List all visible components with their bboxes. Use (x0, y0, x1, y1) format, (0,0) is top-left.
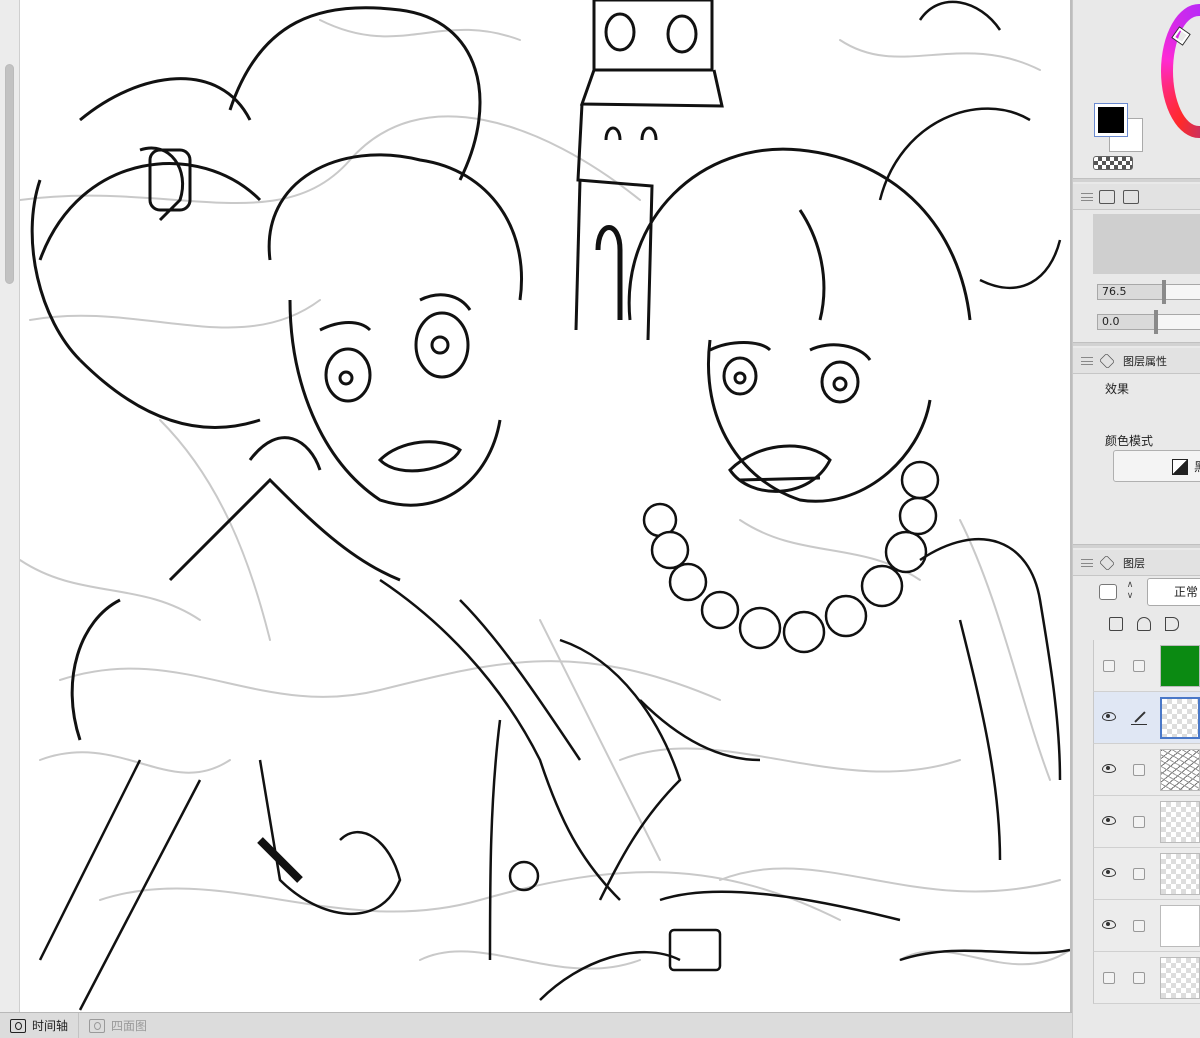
layer-panel-title[interactable]: 图层 (1123, 555, 1145, 571)
visibility-toggle[interactable] (1103, 660, 1115, 672)
menu-icon[interactable] (1081, 193, 1093, 201)
right-side-panel: 76.5 0.0 图层属性 效果 颜色模式 黑 图层 ∧ ∨ (1072, 0, 1200, 1038)
menu-icon[interactable] (1081, 559, 1093, 567)
zoom-slider[interactable]: 76.5 (1097, 280, 1200, 304)
edit-lock-toggle[interactable] (1133, 972, 1145, 984)
layer-thumbnail (1160, 749, 1200, 791)
lighthouse-icon[interactable] (1137, 617, 1151, 631)
navigator-preview[interactable] (1093, 214, 1200, 274)
tab-four-view-label: 四面图 (111, 1019, 148, 1033)
panel-divider[interactable] (1073, 544, 1200, 548)
layer-row-selected[interactable] (1093, 692, 1200, 744)
tab-timeline-label: 时间轴 (32, 1019, 69, 1033)
layer-panel-header: 图层 (1073, 550, 1200, 576)
color-wheel[interactable] (1161, 4, 1200, 138)
layer-list (1093, 640, 1200, 1004)
slider-knob[interactable] (1162, 280, 1166, 304)
protect-alpha-checkbox[interactable] (1099, 584, 1117, 600)
sub-view-icon[interactable] (1123, 189, 1139, 204)
menu-icon[interactable] (1081, 357, 1093, 365)
effect-label: 效果 (1105, 382, 1130, 396)
tab-timeline[interactable]: 时间轴 (0, 1012, 80, 1038)
reference-layer-icon[interactable] (1109, 617, 1123, 631)
stepper-down-icon[interactable]: ∨ (1123, 591, 1137, 602)
bottom-tab-bar: 时间轴 四面图 (0, 1012, 1072, 1038)
edit-lock-toggle[interactable] (1133, 868, 1145, 880)
navigator-panel-header (1073, 184, 1200, 210)
visibility-toggle[interactable] (1103, 972, 1115, 984)
stepper-up-icon[interactable]: ∧ (1123, 580, 1137, 591)
layers-icon (1099, 554, 1115, 571)
color-mode-value: 黑 (1194, 458, 1200, 475)
color-mode-button[interactable]: 黑 (1113, 450, 1200, 482)
timeline-icon (10, 1018, 26, 1033)
rotate-value: 0.0 (1102, 315, 1120, 328)
color-mode-label: 颜色模式 (1105, 434, 1154, 448)
tab-four-view[interactable]: 四面图 (79, 1013, 157, 1038)
layer-thumbnail (1160, 697, 1200, 739)
navigator-icon[interactable] (1099, 189, 1115, 204)
panel-divider[interactable] (1073, 342, 1200, 346)
eye-icon[interactable] (1102, 816, 1116, 825)
layer-property-panel-header: 图层属性 (1073, 348, 1200, 374)
eye-icon[interactable] (1102, 868, 1116, 877)
edit-lock-toggle[interactable] (1133, 816, 1145, 828)
clip-layer-icon[interactable] (1165, 617, 1179, 631)
layer-thumbnail (1160, 801, 1200, 843)
layers-icon (1099, 352, 1115, 369)
left-character-face (70, 153, 523, 741)
rotate-slider[interactable]: 0.0 (1097, 310, 1200, 334)
paint-app-window: 时间轴 四面图 76.5 0.0 图层属性 效果 颜色模式 图层 ∧ ∨ 正常 (0, 0, 1200, 1038)
layer-row[interactable] (1093, 952, 1200, 1004)
left-character-hat (30, 6, 482, 429)
edit-lock-toggle[interactable] (1133, 920, 1145, 932)
eye-icon[interactable] (1102, 764, 1116, 773)
foreground-color-swatch[interactable] (1095, 104, 1127, 136)
layer-row[interactable] (1093, 796, 1200, 848)
layer-thumbnail (1160, 853, 1200, 895)
blend-mode-stepper[interactable]: ∧ ∨ (1123, 580, 1137, 604)
vertical-scrollbar[interactable] (0, 0, 20, 1012)
layer-row[interactable] (1093, 900, 1200, 952)
blend-mode-select[interactable]: 正常 (1147, 578, 1200, 606)
layer-toolbar (1093, 612, 1200, 636)
edit-lock-toggle[interactable] (1133, 764, 1145, 776)
layer-property-title[interactable]: 图层属性 (1123, 353, 1167, 369)
layer-thumbnail (1160, 905, 1200, 947)
slider-knob[interactable] (1154, 310, 1158, 334)
drawing-canvas[interactable] (20, 0, 1072, 1012)
transparent-color-swatch[interactable] (1093, 156, 1133, 170)
scrollbar-thumb[interactable] (5, 64, 14, 284)
eye-icon[interactable] (1102, 920, 1116, 929)
camera-icon (89, 1018, 106, 1033)
layer-thumbnail (1160, 957, 1200, 999)
pen-icon[interactable] (1131, 710, 1147, 726)
zoom-value: 76.5 (1102, 285, 1127, 298)
panel-divider[interactable] (1073, 178, 1200, 182)
layer-row[interactable] (1093, 640, 1200, 692)
edit-lock-toggle[interactable] (1133, 660, 1145, 672)
lineart-illustration (20, 0, 1070, 1011)
monochrome-icon (1172, 459, 1188, 475)
eye-icon[interactable] (1102, 712, 1116, 721)
layer-row[interactable] (1093, 744, 1200, 796)
layer-thumbnail (1160, 645, 1200, 687)
right-character-face (627, 147, 972, 503)
layer-row[interactable] (1093, 848, 1200, 900)
